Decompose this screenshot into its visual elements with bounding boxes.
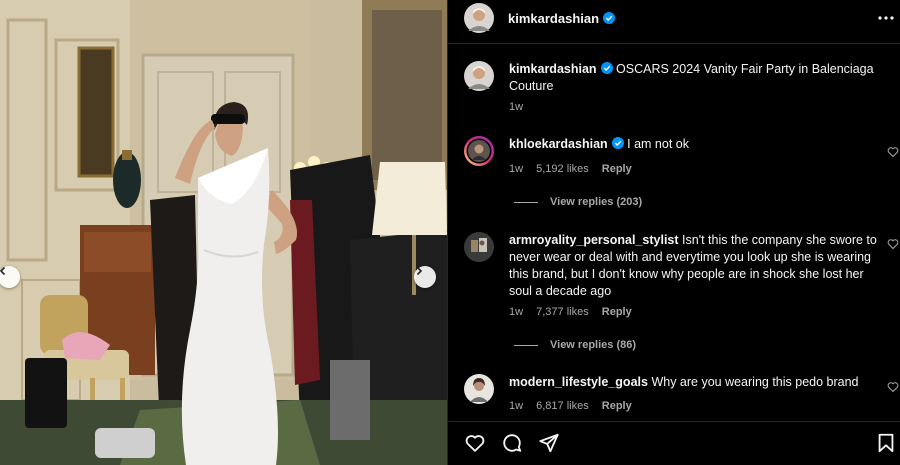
photo-illustration bbox=[0, 0, 447, 465]
heart-icon[interactable] bbox=[464, 432, 486, 454]
more-options-icon[interactable] bbox=[876, 8, 896, 28]
comment-time[interactable]: 1w bbox=[509, 400, 523, 412]
caption-time[interactable]: 1w bbox=[509, 101, 523, 113]
view-replies-label[interactable]: View replies (203) bbox=[550, 196, 642, 208]
comment-likes[interactable]: 5,192 likes bbox=[536, 163, 589, 175]
comment-body: Why are you wearing this pedo brand bbox=[651, 375, 859, 389]
replies-divider-line bbox=[514, 201, 538, 203]
header-divider bbox=[448, 43, 900, 44]
caption-avatar[interactable] bbox=[464, 61, 494, 91]
comment-meta: 1w 6,817 likes Reply bbox=[509, 400, 642, 412]
author-avatar[interactable] bbox=[464, 3, 494, 33]
reply-button[interactable]: Reply bbox=[602, 163, 632, 175]
comment-username[interactable]: modern_lifestyle_goals bbox=[509, 375, 648, 389]
carousel-next-button[interactable] bbox=[414, 266, 436, 288]
view-replies-label[interactable]: View replies (86) bbox=[550, 339, 636, 351]
post-actions-bar bbox=[448, 424, 900, 464]
post-photo[interactable] bbox=[0, 0, 447, 465]
author-username-text[interactable]: kimkardashian bbox=[508, 11, 599, 26]
comment-username[interactable]: khloekardashian bbox=[509, 137, 608, 151]
comment-likes[interactable]: 7,377 likes bbox=[536, 306, 589, 318]
post-header: kimkardashian bbox=[448, 0, 900, 38]
save-icon[interactable] bbox=[875, 432, 897, 454]
post-details-panel: kimkardashian kimkardashian OSCARS 2024 … bbox=[447, 0, 900, 465]
comment-text: khloekardashian I am not ok bbox=[509, 136, 879, 153]
comment-body: I am not ok bbox=[627, 137, 689, 151]
comment-likes[interactable]: 6,817 likes bbox=[536, 400, 589, 412]
share-icon[interactable] bbox=[538, 432, 560, 454]
caption-username[interactable]: kimkardashian bbox=[509, 62, 597, 76]
view-replies-button[interactable]: View replies (203) bbox=[514, 196, 642, 208]
replies-divider-line bbox=[514, 344, 538, 346]
view-replies-button[interactable]: View replies (86) bbox=[514, 339, 636, 351]
comment-text: armroyality_personal_stylist Isn't this … bbox=[509, 232, 879, 300]
comment-time[interactable]: 1w bbox=[509, 163, 523, 175]
actions-divider bbox=[448, 421, 900, 422]
verified-icon bbox=[611, 137, 624, 149]
chevron-left-icon bbox=[0, 266, 6, 276]
reply-button[interactable]: Reply bbox=[602, 306, 632, 318]
heart-icon[interactable] bbox=[887, 146, 899, 158]
heart-icon[interactable] bbox=[887, 238, 899, 250]
caption-text: kimkardashian OSCARS 2024 Vanity Fair Pa… bbox=[509, 61, 879, 95]
author-username[interactable]: kimkardashian bbox=[508, 11, 616, 26]
caption-meta: 1w bbox=[509, 101, 533, 113]
comment-meta: 1w 7,377 likes Reply bbox=[509, 306, 642, 318]
comment-avatar[interactable] bbox=[464, 374, 494, 404]
comment-username[interactable]: armroyality_personal_stylist bbox=[509, 233, 679, 247]
comment-time[interactable]: 1w bbox=[509, 306, 523, 318]
chevron-right-icon bbox=[416, 266, 423, 276]
comment-icon[interactable] bbox=[501, 432, 523, 454]
verified-icon bbox=[603, 12, 616, 24]
comment-avatar[interactable] bbox=[464, 136, 494, 166]
comment-text: modern_lifestyle_goals Why are you weari… bbox=[509, 374, 879, 391]
heart-icon[interactable] bbox=[887, 381, 899, 393]
comment-meta: 1w 5,192 likes Reply bbox=[509, 163, 642, 175]
verified-icon bbox=[600, 62, 613, 74]
reply-button[interactable]: Reply bbox=[602, 400, 632, 412]
comment-avatar[interactable] bbox=[464, 232, 494, 262]
